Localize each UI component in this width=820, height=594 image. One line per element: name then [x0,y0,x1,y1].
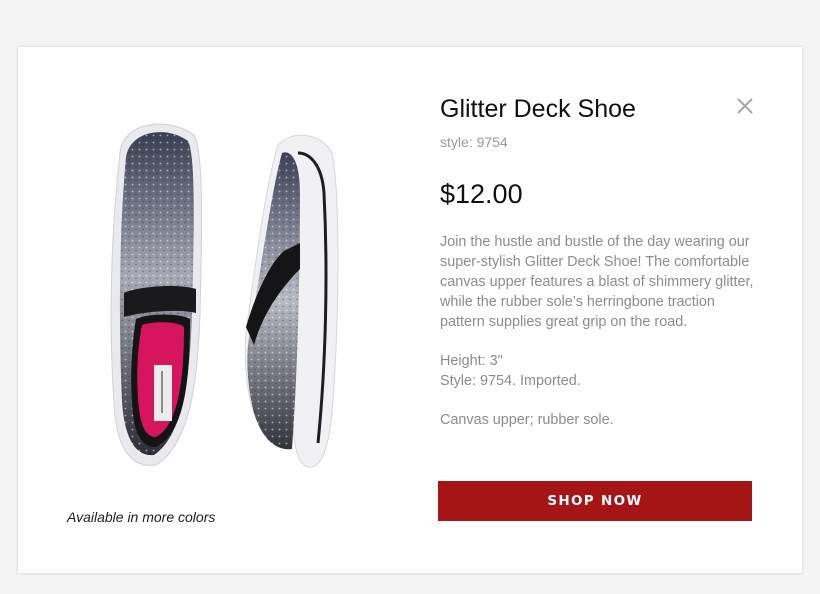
spec-height: Height: 3" [440,353,503,369]
left-shoe [110,123,203,466]
more-colors-label: Available in more colors [67,509,216,525]
right-shoe [244,134,339,468]
product-title: Glitter Deck Shoe [440,95,636,123]
product-style-code: style: 9754 [440,134,508,150]
product-quick-view-modal: Available in more colors Glitter Deck Sh… [18,47,802,573]
close-icon[interactable] [734,95,756,117]
shop-now-button[interactable]: SHOP NOW [438,481,752,521]
product-description: Join the hustle and bustle of the day we… [440,232,760,449]
spec-style: Style: 9754. Imported. [440,373,581,389]
description-paragraph: Join the hustle and bustle of the day we… [440,234,754,330]
description-specs: Height: 3" Style: 9754. Imported. [440,351,760,391]
description-materials: Canvas upper; rubber sole. [440,412,614,428]
product-price: $12.00 [440,179,523,209]
product-image [110,123,339,468]
